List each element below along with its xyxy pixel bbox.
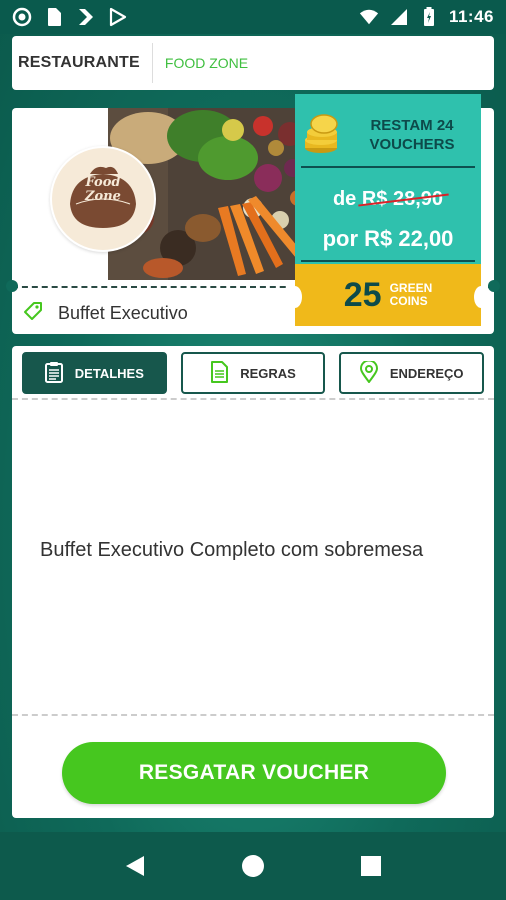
document-icon [210, 360, 229, 386]
vouchers-left: RESTAM 24 VOUCHERS [369, 117, 455, 153]
tab-endereco-label: ENDEREÇO [389, 365, 464, 381]
system-nav-bar [0, 832, 506, 900]
header-divider [151, 43, 153, 83]
tab-regras-label: REGRAS [240, 365, 296, 381]
logo-text: Food Zone [52, 176, 154, 204]
details-tabs: DETALHES REGRAS ENDEREÇO [22, 352, 485, 394]
restaurant-name: FOOD ZONE [164, 55, 249, 71]
restaurant-header: RESTAURANTE FOOD ZONE [12, 36, 494, 90]
offer-name: Buffet Executivo [58, 303, 188, 323]
recents-button[interactable] [351, 846, 391, 886]
location-pin-icon [359, 359, 378, 386]
green-coins-label: GREEN COINS [390, 282, 433, 308]
home-circle-icon [242, 855, 264, 877]
battery-icon [419, 7, 439, 27]
old-price: R$ 28,90 [361, 188, 444, 210]
tab-regras[interactable]: REGRAS [180, 352, 326, 394]
logo-text-line1: Food [85, 175, 121, 190]
tab-endereco[interactable]: ENDEREÇO [339, 352, 485, 394]
green-coins-badge: 25 GREEN COINS [288, 264, 488, 326]
ticket-notch-left [6, 280, 18, 292]
voucher-price-panel: RESTAM 24 VOUCHERS de R$ 28,90 por R$ 22… [288, 94, 488, 326]
status-bar: 11:46 [0, 0, 506, 34]
details-divider-bottom [12, 714, 494, 716]
notification-circle-icon [12, 7, 32, 27]
wifi-icon [359, 7, 379, 27]
details-card: DETALHES REGRAS ENDEREÇO Buffet Executiv… [12, 346, 494, 818]
new-price: por R$ 22,00 [322, 226, 454, 251]
redeem-voucher-button[interactable]: RESGATAR VOUCHER [62, 742, 446, 804]
old-price-row: de R$ 28,90 [295, 188, 481, 211]
play-movies-icon [76, 7, 96, 27]
coins-stack-icon [301, 114, 343, 161]
price-divider-bottom [301, 260, 475, 262]
green-coins-number: 25 [343, 275, 382, 314]
details-description: Buffet Executivo Completo com sobremesa [40, 539, 424, 561]
tag-icon [22, 300, 44, 327]
price-box: RESTAM 24 VOUCHERS de R$ 28,90 por R$ 22… [295, 94, 481, 264]
clipboard-icon [44, 361, 63, 386]
back-button[interactable] [115, 846, 155, 886]
restaurant-logo: Food Zone [50, 146, 156, 252]
home-button[interactable] [233, 846, 273, 886]
status-left [12, 7, 128, 27]
details-divider-top [12, 398, 494, 400]
logo-text-line2: Zone [85, 189, 121, 204]
back-triangle-icon [126, 856, 144, 876]
signal-icon [389, 7, 409, 27]
tab-detalhes[interactable]: DETALHES [22, 352, 167, 394]
restaurant-label: RESTAURANTE [18, 54, 140, 71]
green-coins-label-line2: COINS [389, 294, 428, 308]
status-right: 11:46 [359, 7, 494, 27]
ticket-notch-right [488, 280, 500, 292]
sim-card-icon [44, 7, 64, 27]
old-price-prefix: de [332, 188, 357, 210]
tab-detalhes-label: DETALHES [74, 365, 144, 381]
price-divider-top [301, 166, 475, 168]
offer-title-row: Buffet Executivo [22, 300, 188, 327]
play-store-icon [108, 7, 128, 27]
recents-square-icon [361, 856, 381, 876]
status-time: 11:46 [448, 7, 494, 26]
